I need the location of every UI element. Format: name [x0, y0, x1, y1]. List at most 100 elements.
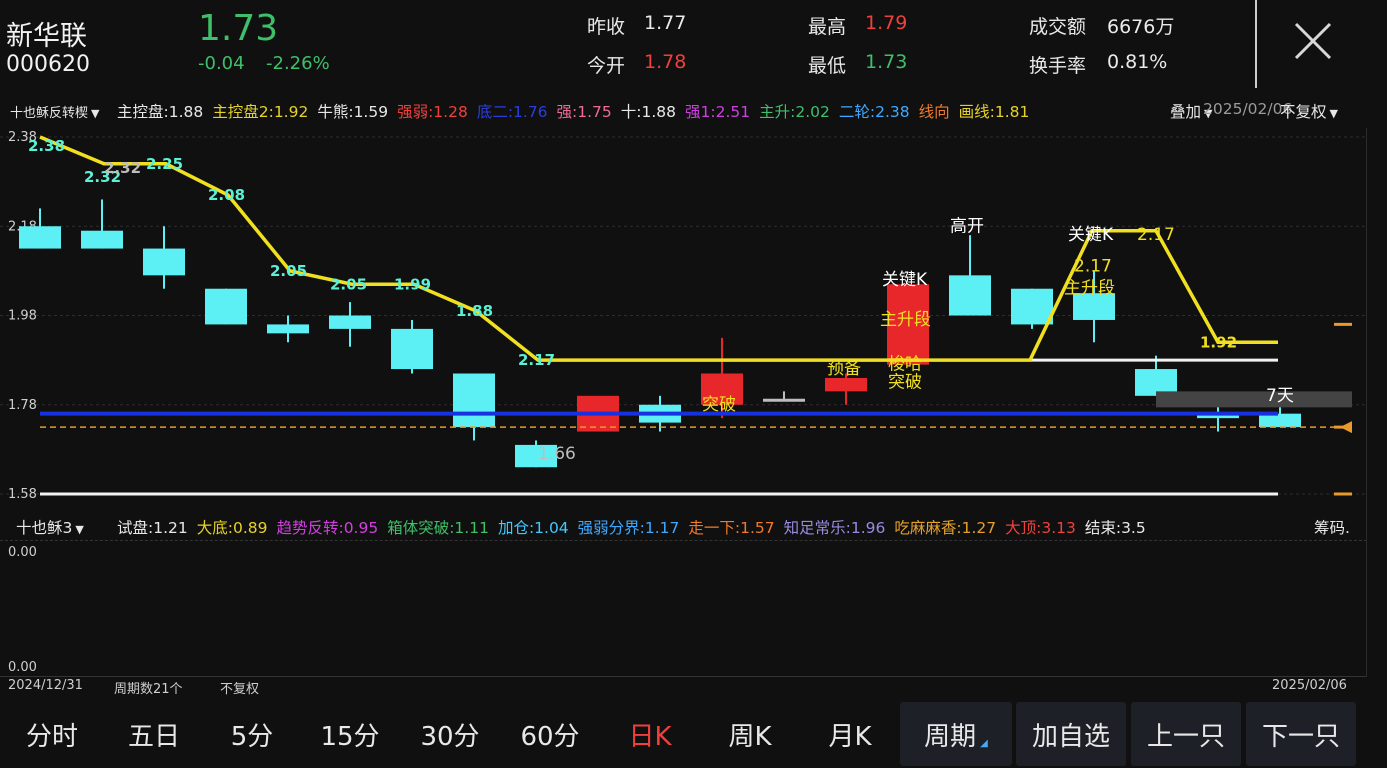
low-label: 最低 — [808, 55, 847, 77]
main-indicator-item: 强1:2.51 — [685, 103, 751, 121]
sub-indicator-item: 试盘:1.21 — [117, 519, 188, 537]
bottom-toolbar: 分时 五日 5分 15分 30分 60分 日K 周K 月K 周期 ◢ 加自选 上一只 下一只 — [0, 700, 1387, 768]
corner-triangle-icon: ◢ — [980, 737, 988, 749]
prev-close-value: 1.77 — [644, 12, 687, 34]
price-change-pct: -2.26% — [266, 53, 330, 74]
candle-body — [453, 373, 495, 428]
chevron-down-icon: ▼ — [1329, 107, 1338, 120]
sub-indicator-item: 强弱分界:1.17 — [577, 519, 680, 537]
chart-annotation: 关键K — [882, 270, 928, 290]
chart-annotation: 突破 — [702, 395, 736, 415]
sub-indicator-values: 试盘:1.21 大底:0.89 趋势反转:0.95 箱体突破:1.11 加仓:1.04 强… — [117, 516, 1155, 538]
sub-indicator-item: 吃麻麻香:1.27 — [894, 519, 997, 537]
sub-indicator-item: 结束:3.5 — [1084, 519, 1146, 537]
current-price-arrow — [1340, 421, 1352, 434]
sub-indicator-item: 走一下:1.57 — [688, 519, 775, 537]
period-button[interactable]: 周期 ◢ — [900, 702, 1012, 766]
sub-indicator-name: 十也稣3 — [16, 519, 73, 537]
line-value-label: 2.17 — [518, 351, 555, 369]
sub-bottom-line — [0, 676, 1367, 678]
close-icon[interactable] — [1284, 18, 1344, 66]
line-value-label: 2.25 — [146, 155, 183, 173]
last-price: 1.73 — [198, 8, 279, 49]
candlestick-chart[interactable]: 2.382.181.981.781.582.382.322.322.252.08… — [0, 128, 1387, 508]
chart-annotation: 突破 — [888, 372, 922, 392]
line-value-label: 1.92 — [1200, 333, 1237, 351]
sub-indicator-selector[interactable]: 十也稣3 ▼ — [16, 516, 84, 538]
chevron-down-icon: ▼ — [75, 523, 84, 536]
adjust-label: 不复权 — [1280, 103, 1327, 121]
low-value: 1.73 — [865, 51, 908, 73]
add-watchlist-button[interactable]: 加自选 — [1016, 702, 1126, 766]
main-indicator-name: 十也稣反转楔 — [10, 106, 89, 121]
chart-annotation: 1.66 — [538, 444, 576, 464]
candle-body — [1011, 288, 1053, 325]
chart-annotation: 主升段 — [880, 310, 931, 330]
control-line — [39, 135, 1278, 362]
sub-indicator-tail: 筹码. — [1314, 519, 1350, 537]
start-date: 2024/12/31 — [8, 678, 83, 693]
sub-indicator-item: 加仓:1.04 — [497, 519, 569, 537]
main-indicator-item: 强:1.75 — [556, 103, 612, 121]
candle-body — [143, 248, 185, 276]
main-indicator-item: 强弱:1.28 — [397, 103, 468, 121]
chart-right-border — [1366, 128, 1367, 676]
y-tick-label: 1.98 — [8, 309, 37, 324]
period-tab[interactable]: 分时 — [4, 702, 100, 766]
sub-grid-line — [0, 540, 1367, 542]
high-label: 最高 — [808, 16, 847, 38]
line-value-label: 2.38 — [28, 137, 65, 155]
adjust-selector[interactable]: 不复权 ▼ — [1280, 100, 1338, 122]
end-date: 2025/02/06 — [1272, 678, 1347, 693]
line-value-label: 2.05 — [270, 262, 307, 280]
period-tab[interactable]: 五日 — [106, 702, 202, 766]
period-tab[interactable]: 15分 — [302, 702, 398, 766]
chevron-down-icon: ▼ — [91, 107, 100, 120]
period-tab[interactable]: 月K — [802, 702, 898, 766]
period-tab[interactable]: 日K — [602, 702, 698, 766]
period-tab[interactable]: 30分 — [402, 702, 498, 766]
main-indicator-item: 主升:2.02 — [759, 103, 830, 121]
main-indicator-item: 主控盘:1.88 — [117, 103, 204, 121]
sub-indicator-item: 大底:0.89 — [196, 519, 268, 537]
chart-annotation: 高开 — [950, 216, 984, 236]
prev-stock-button[interactable]: 上一只 — [1131, 702, 1241, 766]
sub-indicator-item: 趋势反转:0.95 — [276, 519, 379, 537]
line-value-label: 1.88 — [456, 302, 493, 320]
next-stock-button[interactable]: 下一只 — [1246, 702, 1356, 766]
open-value: 1.78 — [644, 51, 687, 73]
sub-axis-top: 0.00 — [8, 545, 37, 560]
gray-bar — [1156, 391, 1352, 408]
main-indicator-item: 底二:1.76 — [476, 103, 548, 121]
sub-indicator-item: 大顶:3.13 — [1005, 519, 1076, 537]
main-indicator-item: 线向 — [918, 103, 950, 121]
main-indicator-item: 主控盘2:1.92 — [212, 103, 309, 121]
sub-indicator-item: 箱体突破:1.11 — [387, 519, 489, 537]
y-tick-label: 1.78 — [8, 398, 37, 413]
prev-close-label: 昨收 — [587, 16, 626, 38]
stock-code: 000620 — [6, 52, 90, 77]
period-count: 周期数21个 — [114, 682, 183, 697]
candle-body — [949, 275, 991, 316]
period-tab[interactable]: 60分 — [502, 702, 598, 766]
chart-annotation: 7天 — [1266, 386, 1294, 406]
chart-annotation: 2.17 — [1074, 256, 1112, 276]
line-value-label: 2.32 — [104, 159, 141, 177]
quote-header: 新华联 000620 1.73 -0.04 -2.26% 昨收 1.77 今开 … — [0, 0, 1387, 92]
key-value-label: 2.17 — [1137, 225, 1175, 245]
line-value-label: 1.99 — [394, 275, 431, 293]
period-tab[interactable]: 周K — [702, 702, 798, 766]
sub-indicator-item: 知足常乐:1.96 — [783, 519, 886, 537]
main-indicator-selector[interactable]: 十也稣反转楔 ▼ — [10, 102, 99, 121]
line-value-label: 2.05 — [330, 275, 367, 293]
candle-body — [391, 328, 433, 370]
main-indicator-item: 牛熊:1.59 — [317, 103, 389, 121]
sub-axis-bottom: 0.00 — [8, 660, 37, 675]
candle-body — [267, 324, 309, 334]
period-tab[interactable]: 5分 — [204, 702, 300, 766]
line-value-label: 2.08 — [208, 186, 245, 204]
turnover-label: 换手率 — [1029, 55, 1087, 77]
chart-annotation: 关键K — [1068, 225, 1114, 245]
turnover-value: 0.81% — [1107, 51, 1168, 73]
period-label: 周期 — [924, 721, 977, 752]
